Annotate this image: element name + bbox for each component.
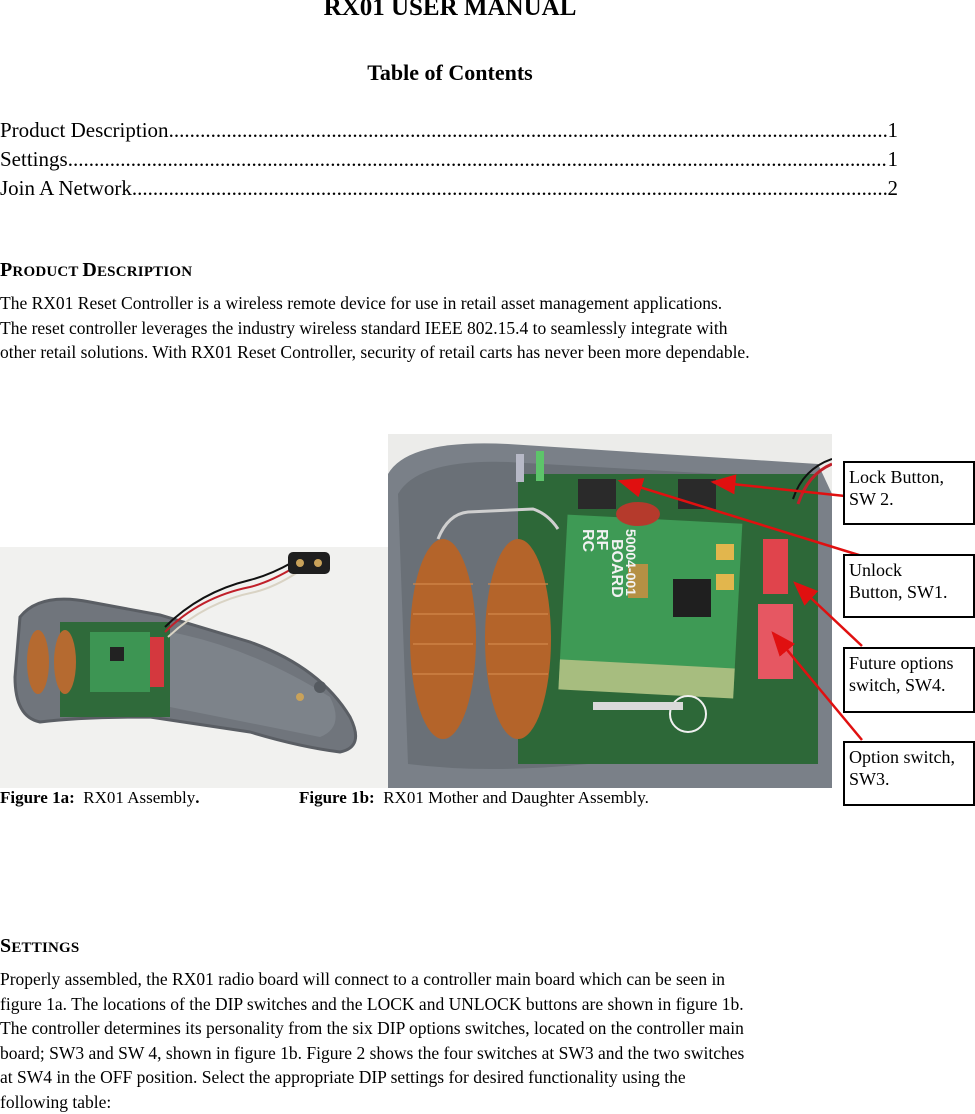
board-label-partnumber: 50004-001	[623, 529, 639, 596]
paragraph-line: following table:	[0, 1090, 960, 1114]
paragraph-line: The reset controller leverages the indus…	[0, 316, 960, 341]
callout-text: Option switch,	[849, 746, 969, 768]
toc-leader-dots	[169, 116, 888, 145]
callout-text: SW3.	[849, 768, 969, 790]
figure-1a-caption: Figure 1a: RX01 Assembly.	[0, 788, 199, 808]
toc-entry-settings[interactable]: Settings 1	[0, 145, 898, 174]
toc-entry-label: Product Description	[0, 116, 169, 145]
callout-text: SW 2.	[849, 488, 969, 510]
callout-future-options-switch: Future options switch, SW4.	[843, 647, 975, 713]
paragraph-line: The controller determines its personalit…	[0, 1016, 960, 1041]
product-description-paragraph: The RX01 Reset Controller is a wireless …	[0, 291, 960, 365]
figure-1b-photo: RC RF BOARD 50004-001	[388, 434, 832, 788]
figure-1a-photo	[0, 547, 388, 788]
product-description-heading: PRODUCT DESCRIPTION	[0, 259, 192, 282]
caption-period: .	[195, 788, 199, 807]
caption-label: Figure 1b:	[299, 788, 375, 807]
board-label-rf: RF	[593, 529, 610, 551]
callout-text: Button, SW1.	[849, 581, 969, 603]
callout-option-switch: Option switch, SW3.	[843, 741, 975, 806]
toc-entry-label: Join A Network	[0, 174, 132, 203]
toc-entry-product-description[interactable]: Product Description 1	[0, 116, 898, 145]
paragraph-line: at SW4 in the OFF position. Select the a…	[0, 1065, 960, 1090]
toc-leader-dots	[132, 174, 888, 203]
toc-entry-label: Settings	[0, 145, 68, 174]
toc-title: Table of Contents	[0, 60, 900, 86]
board-label-board: BOARD	[608, 539, 625, 598]
toc-entry-page: 1	[888, 116, 899, 145]
paragraph-line: The RX01 Reset Controller is a wireless …	[0, 291, 960, 316]
paragraph-line: board; SW3 and SW 4, shown in figure 1b.…	[0, 1041, 960, 1066]
settings-paragraph: Properly assembled, the RX01 radio board…	[0, 967, 960, 1114]
caption-text: RX01 Mother and Daughter Assembly.	[375, 788, 649, 807]
toc-entry-page: 1	[888, 145, 899, 174]
callout-text: Lock Button,	[849, 466, 969, 488]
callout-lock-button: Lock Button, SW 2.	[843, 461, 975, 525]
callout-text: Unlock	[849, 559, 969, 581]
document-title: RX01 USER MANUAL	[0, 0, 900, 22]
callout-text: Future options	[849, 652, 969, 674]
paragraph-line: figure 1a. The locations of the DIP swit…	[0, 992, 960, 1017]
caption-label: Figure 1a:	[0, 788, 75, 807]
callout-unlock-button: Unlock Button, SW1.	[843, 554, 975, 618]
caption-text: RX01 Assembly	[75, 788, 195, 807]
toc-entry-page: 2	[888, 174, 899, 203]
toc-entry-join-a-network[interactable]: Join A Network 2	[0, 174, 898, 203]
settings-heading: SETTINGS	[0, 935, 79, 958]
callout-text: switch, SW4.	[849, 674, 969, 696]
paragraph-line: other retail solutions. With RX01 Reset …	[0, 340, 960, 365]
toc-leader-dots	[68, 145, 888, 174]
figure-1b-caption: Figure 1b: RX01 Mother and Daughter Asse…	[299, 788, 649, 808]
paragraph-line: Properly assembled, the RX01 radio board…	[0, 967, 960, 992]
